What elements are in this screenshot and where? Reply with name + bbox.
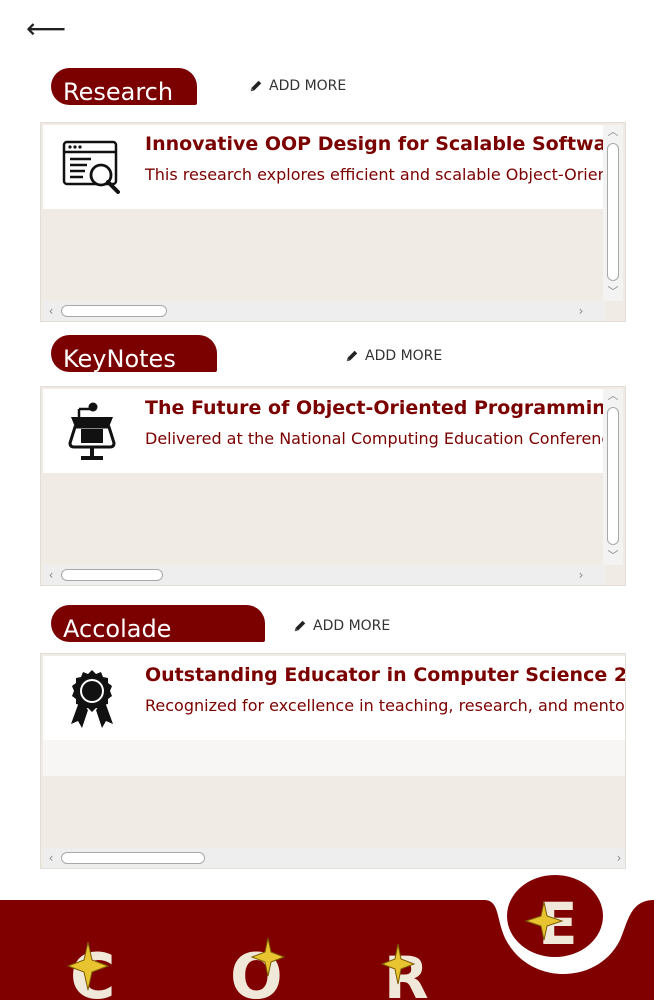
award-ribbon-icon: [71, 670, 113, 728]
research-horizontal-scrollbar[interactable]: ‹ ›: [43, 301, 605, 321]
podium-icon: [68, 402, 116, 460]
accolade-add-more-label: ADD MORE: [313, 618, 391, 634]
scroll-up-icon[interactable]: ︿: [603, 125, 623, 139]
research-vertical-scrollbar[interactable]: ︿ ﹀: [603, 125, 623, 301]
scroll-thumb[interactable]: [607, 407, 619, 545]
research-list-item[interactable]: Innovative OOP Design for Scalable Softw…: [43, 125, 605, 209]
accolade-item-description: Recognized for excellence in teaching, r…: [145, 696, 626, 715]
scroll-left-icon[interactable]: ‹: [43, 301, 59, 321]
list-item-separator: [43, 740, 625, 776]
keynotes-list-item[interactable]: The Future of Object-Oriented Programmin…: [43, 389, 605, 473]
scroll-down-icon[interactable]: ﹀: [603, 549, 623, 563]
keynotes-item-title[interactable]: The Future of Object-Oriented Programmin…: [145, 397, 605, 419]
keynotes-heading: KeyNotes: [51, 335, 217, 372]
web-search-icon: [62, 140, 120, 194]
accolade-item-title[interactable]: Outstanding Educator in Computer Science…: [145, 664, 625, 686]
back-arrow-icon[interactable]: ⟵: [26, 14, 66, 44]
nav-r-button[interactable]: R: [380, 932, 436, 1000]
scroll-thumb[interactable]: [61, 569, 163, 581]
keynotes-horizontal-scrollbar[interactable]: ‹ ›: [43, 565, 605, 585]
scroll-right-icon[interactable]: ›: [573, 565, 589, 585]
accolade-add-more-button[interactable]: ADD MORE: [293, 616, 390, 636]
keynotes-add-more-button[interactable]: ADD MORE: [345, 346, 442, 366]
nav-r-letter: R: [384, 944, 429, 1000]
scroll-up-icon[interactable]: ︿: [603, 389, 623, 403]
research-add-more-button[interactable]: ADD MORE: [249, 76, 346, 96]
accolade-panel[interactable]: Outstanding Educator in Computer Science…: [40, 653, 626, 869]
scroll-thumb[interactable]: [61, 305, 167, 317]
nav-e-button[interactable]: E: [504, 874, 606, 964]
research-item-description: This research explores efficient and sca…: [145, 165, 605, 184]
keynotes-item-description: Delivered at the National Computing Educ…: [145, 429, 605, 448]
pencil-icon: [250, 80, 262, 92]
research-item-title[interactable]: Innovative OOP Design for Scalable Softw…: [145, 133, 605, 155]
pencil-icon: [346, 350, 358, 362]
nav-o-letter: O: [230, 940, 283, 1000]
keynotes-vertical-scrollbar[interactable]: ︿ ﹀: [603, 389, 623, 565]
nav-c-button[interactable]: C: [62, 932, 124, 1000]
scroll-down-icon[interactable]: ﹀: [603, 285, 623, 299]
research-panel[interactable]: Innovative OOP Design for Scalable Softw…: [40, 122, 626, 322]
scroll-thumb[interactable]: [607, 143, 619, 281]
nav-o-button[interactable]: O: [226, 932, 292, 1000]
pencil-icon: [294, 620, 306, 632]
research-heading: Research: [51, 68, 197, 105]
scroll-right-icon[interactable]: ›: [573, 301, 589, 321]
keynotes-panel[interactable]: The Future of Object-Oriented Programmin…: [40, 386, 626, 586]
scroll-left-icon[interactable]: ‹: [43, 565, 59, 585]
accolade-heading: Accolade: [51, 605, 265, 642]
accolade-list-item[interactable]: Outstanding Educator in Computer Science…: [43, 656, 626, 740]
research-add-more-label: ADD MORE: [269, 78, 347, 94]
keynotes-add-more-label: ADD MORE: [365, 348, 443, 364]
